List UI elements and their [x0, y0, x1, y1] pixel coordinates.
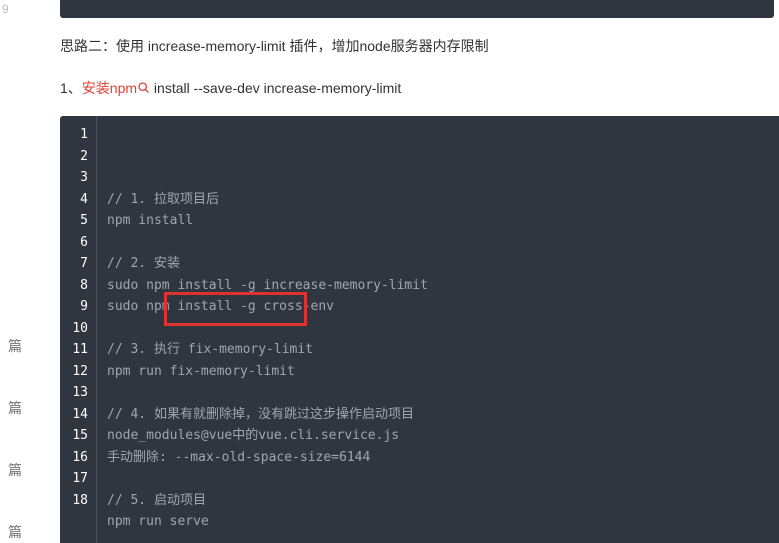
code-line	[107, 382, 769, 404]
code-line: // 2. 安装	[107, 253, 769, 275]
code-line	[107, 232, 769, 254]
code-line: // 3. 执行 fix-memory-limit	[107, 339, 769, 361]
line-number: 5	[72, 210, 88, 232]
code-block: 123456789101112131415161718 // 1. 拉取项目后n…	[60, 116, 779, 543]
line-number: 10	[72, 318, 88, 340]
code-line	[107, 533, 769, 543]
line-number: 11	[72, 339, 88, 361]
code-line: npm run fix-memory-limit	[107, 361, 769, 383]
code-line: // 5. 启动项目	[107, 490, 769, 512]
strip-char-1: 篇	[8, 336, 22, 356]
strip-number: 9	[2, 2, 9, 16]
line-number: 17	[72, 468, 88, 490]
previous-code-block-bottom	[60, 0, 774, 18]
line-number: 18	[72, 490, 88, 512]
strip-char-4: 篇	[8, 522, 22, 542]
strip-char-2: 篇	[8, 398, 22, 418]
line-number: 16	[72, 447, 88, 469]
line-number: 15	[72, 425, 88, 447]
search-icon[interactable]	[137, 81, 150, 97]
code-content: // 1. 拉取项目后npm install// 2. 安装sudo npm i…	[97, 116, 779, 543]
step-one-text: 1、安装npm install --save-dev increase-memo…	[60, 78, 779, 98]
code-line: node_modules@vue中的vue.cli.service.js	[107, 425, 769, 447]
step-suffix: install --save-dev increase-memory-limit	[150, 80, 401, 96]
code-line: sudo npm install -g increase-memory-limi…	[107, 275, 769, 297]
code-line: // 4. 如果有就删除掉，没有跳过这步操作启动项目	[107, 404, 769, 426]
line-number: 3	[72, 167, 88, 189]
line-number: 14	[72, 404, 88, 426]
approach-two-text: 思路二：使用 increase-memory-limit 插件，增加node服务…	[60, 36, 779, 56]
line-number: 4	[72, 189, 88, 211]
code-line	[107, 318, 769, 340]
line-number: 8	[72, 275, 88, 297]
code-line: 手动删除: --max-old-space-size=6144	[107, 447, 769, 469]
line-number: 7	[72, 253, 88, 275]
line-number: 1	[72, 124, 88, 146]
line-number: 12	[72, 361, 88, 383]
step-prefix: 1、	[60, 80, 82, 96]
install-npm-link[interactable]: 安装npm	[82, 80, 137, 96]
code-gutter: 123456789101112131415161718	[60, 116, 97, 543]
strip-char-3: 篇	[8, 460, 22, 480]
code-line: // 1. 拉取项目后	[107, 189, 769, 211]
line-number: 2	[72, 146, 88, 168]
code-line: npm install	[107, 210, 769, 232]
line-number: 9	[72, 296, 88, 318]
code-line	[107, 468, 769, 490]
code-line: sudo npm install -g cross-env	[107, 296, 769, 318]
left-vertical-strip: 9 篇 篇 篇 篇	[0, 0, 30, 543]
line-number: 6	[72, 232, 88, 254]
line-number: 13	[72, 382, 88, 404]
code-line: npm run serve	[107, 511, 769, 533]
